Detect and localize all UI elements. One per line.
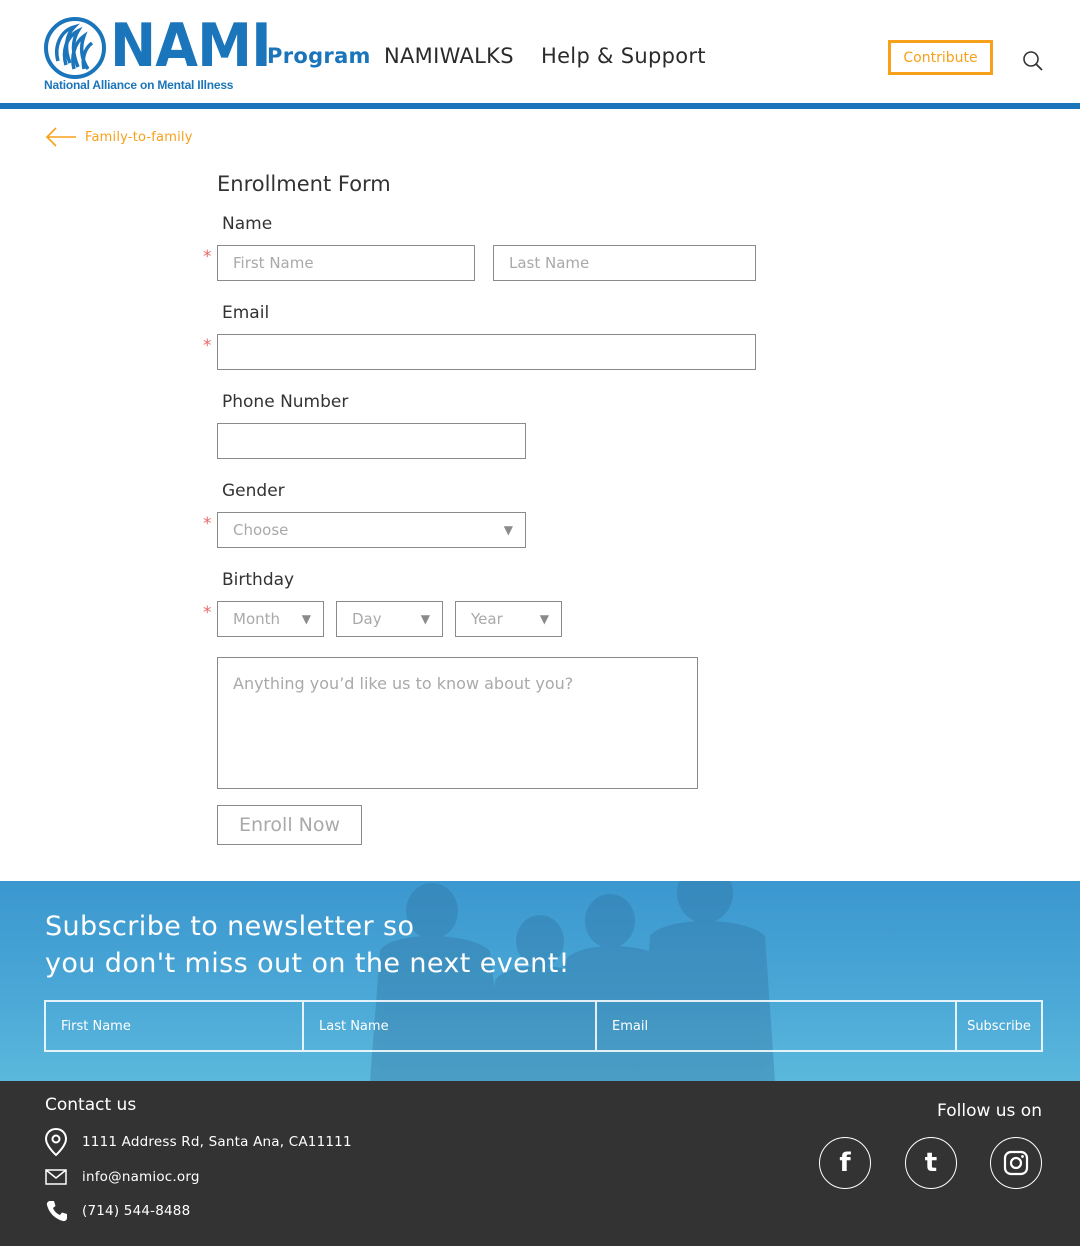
search-icon — [1023, 51, 1043, 71]
newsletter-form: Subscribe — [44, 1000, 1043, 1052]
birthday-label: Birthday — [222, 570, 295, 590]
gender-required-marker: * — [203, 514, 212, 534]
chevron-down-icon: ▼ — [301, 612, 311, 626]
day-select-value: Day — [352, 610, 382, 628]
phone-label: Phone Number — [222, 392, 349, 412]
back-link[interactable]: Family-to-family — [45, 124, 193, 150]
newsletter-last-name-input[interactable] — [304, 1002, 597, 1050]
chevron-down-icon: ▼ — [420, 612, 430, 626]
phone-input[interactable] — [217, 423, 526, 459]
email-required-marker: * — [203, 336, 212, 356]
first-name-input[interactable] — [217, 245, 475, 281]
chevron-down-icon: ▼ — [503, 523, 513, 537]
phone-icon — [45, 1197, 71, 1225]
instagram-icon — [1003, 1150, 1029, 1176]
newsletter-email-input[interactable] — [597, 1002, 957, 1050]
nav-item-help-support[interactable]: Help & Support — [541, 44, 706, 68]
header-divider — [0, 103, 1080, 109]
contact-title: Contact us — [45, 1095, 137, 1115]
instagram-button[interactable] — [990, 1137, 1042, 1189]
email-input[interactable] — [217, 334, 756, 370]
name-label: Name — [222, 214, 273, 234]
contact-address: 1111 Address Rd, Santa Ana, CA11111 — [45, 1128, 352, 1156]
site-header: NAMI National Alliance on Mental Illness… — [0, 0, 1080, 103]
email-label: Email — [222, 303, 270, 323]
facebook-icon: f — [839, 1148, 851, 1178]
birthday-year-select[interactable]: Year ▼ — [455, 601, 562, 637]
tumblr-icon: t — [924, 1148, 938, 1178]
facebook-button[interactable]: f — [819, 1137, 871, 1189]
nami-logo[interactable]: NAMI National Alliance on Mental Illness — [44, 11, 272, 93]
newsletter-first-name-input[interactable] — [46, 1002, 304, 1050]
follow-title: Follow us on — [937, 1101, 1042, 1121]
site-footer: Contact us 1111 Address Rd, Santa Ana, C… — [0, 1081, 1080, 1246]
subscribe-button[interactable]: Subscribe — [957, 1002, 1041, 1050]
logo-wordmark: NAMI — [110, 11, 272, 81]
year-select-value: Year — [471, 610, 503, 628]
birthday-day-select[interactable]: Day ▼ — [336, 601, 443, 637]
name-required-marker: * — [203, 247, 212, 267]
envelope-icon — [45, 1163, 71, 1191]
gender-select-value: Choose — [233, 521, 289, 539]
notes-textarea[interactable] — [217, 657, 698, 789]
last-name-input[interactable] — [493, 245, 756, 281]
contact-phone[interactable]: (714) 544-8488 — [45, 1197, 190, 1225]
chevron-down-icon: ▼ — [539, 612, 549, 626]
month-select-value: Month — [233, 610, 281, 628]
form-title: Enrollment Form — [217, 172, 391, 196]
contribute-button[interactable]: Contribute — [888, 40, 993, 75]
email-text: info@namioc.org — [82, 1169, 200, 1185]
logo-subtitle: National Alliance on Mental Illness — [44, 78, 234, 92]
newsletter-title-line2: you don't miss out on the next event! — [45, 948, 570, 979]
birthday-required-marker: * — [203, 603, 212, 623]
nav-item-namiwalks[interactable]: NAMIWALKS — [384, 44, 514, 68]
birthday-month-select[interactable]: Month ▼ — [217, 601, 324, 637]
nav-item-program[interactable]: Program — [267, 44, 371, 68]
newsletter-title-line1: Subscribe to newsletter so — [45, 911, 415, 942]
phone-text: (714) 544-8488 — [82, 1203, 191, 1219]
newsletter-title: Subscribe to newsletter so you don't mis… — [45, 908, 570, 982]
gender-label: Gender — [222, 481, 285, 501]
logo-swirl-icon — [44, 17, 106, 79]
gender-select[interactable]: Choose ▼ — [217, 512, 526, 548]
back-link-label: Family-to-family — [85, 129, 193, 145]
contact-email[interactable]: info@namioc.org — [45, 1163, 200, 1191]
newsletter-section: Subscribe to newsletter so you don't mis… — [0, 881, 1080, 1081]
address-text: 1111 Address Rd, Santa Ana, CA11111 — [82, 1134, 352, 1150]
search-button[interactable] — [1020, 48, 1046, 74]
tumblr-button[interactable]: t — [905, 1137, 957, 1189]
enroll-now-button[interactable]: Enroll Now — [217, 805, 362, 845]
map-pin-icon — [45, 1128, 71, 1156]
arrow-left-icon — [45, 127, 76, 147]
